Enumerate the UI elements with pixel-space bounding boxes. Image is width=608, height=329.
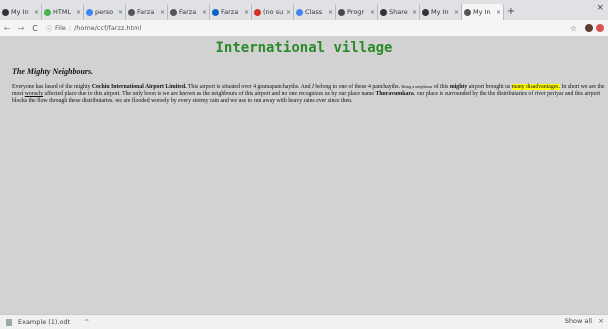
chevron-up-icon[interactable]: ^ [84,319,89,326]
text-run: airport brought us [467,84,512,90]
tab[interactable]: Share × [378,4,420,20]
tab[interactable]: perso × [84,4,126,20]
tab-title: Share [389,8,408,16]
tab-close-icon[interactable]: × [496,9,501,16]
tab-title: Farza [137,8,155,16]
globe-icon [464,8,471,16]
text-run: belong to one of these 4 panchayths. [313,84,402,90]
download-item[interactable]: Example (1).odt [18,318,70,326]
w3-icon [44,8,51,16]
toolbar-actions: ☆ [570,24,604,33]
browser-toolbar: ← → C ⓘ File | /home/ccf/farzz.html ☆ [0,20,608,37]
share-icon [380,8,387,16]
tab-close-icon[interactable]: × [34,9,39,16]
page-subheading: The Mighty Neighbours. [12,67,94,76]
tab-title: (no su [263,8,284,16]
google-icon [86,8,93,16]
tab[interactable]: HTML × [42,4,84,20]
tab-title: Farza [221,8,239,16]
address-bar[interactable]: ⓘ File | /home/ccf/farzz.html [46,24,570,33]
extension-icon[interactable] [585,24,593,32]
github-icon [422,8,429,16]
text-run: affected place due to this airport. The … [43,91,376,97]
tab[interactable]: Class × [294,4,336,20]
download-shelf: Example (1).odt ^ Show all × [0,314,608,329]
window-close-button[interactable]: × [596,3,604,13]
globe-icon [170,8,177,16]
linkedin-icon [212,8,219,16]
tab-strip: My In × HTML × perso × Farza × Farza × Farza × (no s… [0,0,608,20]
article-paragraph: Everyone has heard of the mighty Cochin … [12,83,608,105]
tab-title: perso [95,8,114,16]
tab[interactable]: My In × [462,4,504,20]
tab-title: Farza [179,8,197,16]
tab-close-icon[interactable]: × [160,9,165,16]
highlighted-text: many disadvantages. [511,84,560,90]
globe-icon [128,8,135,16]
extension-icon[interactable] [596,24,604,32]
tab-close-icon[interactable]: × [370,9,375,16]
file-icon [6,318,12,326]
tab-close-icon[interactable]: × [244,9,249,16]
bold-text: mighty [449,84,468,90]
reload-button[interactable]: C [28,24,42,33]
tab[interactable]: Farza × [210,4,252,20]
tab[interactable]: My In × [420,4,462,20]
show-all-button[interactable]: Show all [565,317,592,325]
tab-close-icon[interactable]: × [412,9,417,16]
github-icon [2,8,9,16]
bold-text: Thuravumkara [375,91,414,97]
bookmark-star-icon[interactable]: ☆ [570,24,577,33]
url-scheme: File [55,24,66,32]
url-text[interactable]: /home/ccf/farzz.html [74,24,141,32]
tab-close-icon[interactable]: × [454,9,459,16]
doc-icon [338,8,345,16]
tab-title: My In [431,8,449,16]
tab[interactable]: Farza × [168,4,210,20]
page-content: International village The Mighty Neighbo… [0,37,608,314]
tab-title: Class [305,8,323,16]
small-text: Being a neighbour [401,84,433,89]
tab-close-icon[interactable]: × [118,9,123,16]
google-icon [296,8,303,16]
gmail-icon [254,8,261,16]
tab[interactable]: My In × [0,4,42,20]
info-icon[interactable]: ⓘ [46,24,52,33]
tab[interactable]: Farza × [126,4,168,20]
tab[interactable]: Progr × [336,4,378,20]
tab-close-icon[interactable]: × [328,9,333,16]
tab-title: Progr [347,8,365,16]
close-shelf-button[interactable]: × [598,317,604,325]
tab-title: My In [473,8,491,16]
new-tab-button[interactable]: + [504,4,518,20]
text-run: This airport is situated over 4 gramapan… [186,84,312,90]
tab[interactable]: (no su × [252,4,294,20]
tab-close-icon[interactable]: × [286,9,291,16]
underlined-text: worsely [24,91,44,97]
url-separator: | [68,24,72,32]
page-heading: International village [215,40,393,56]
tab-title: HTML [53,8,72,16]
back-button[interactable]: ← [0,24,14,33]
text-run: Everyone has heard of the mighty [12,84,92,90]
forward-button[interactable]: → [14,24,28,33]
tab-close-icon[interactable]: × [76,9,81,16]
tab-title: My In [11,8,29,16]
tab-close-icon[interactable]: × [202,9,207,16]
bold-text: Cochin International Airport Limited. [91,84,187,90]
text-run: of this [432,84,450,90]
